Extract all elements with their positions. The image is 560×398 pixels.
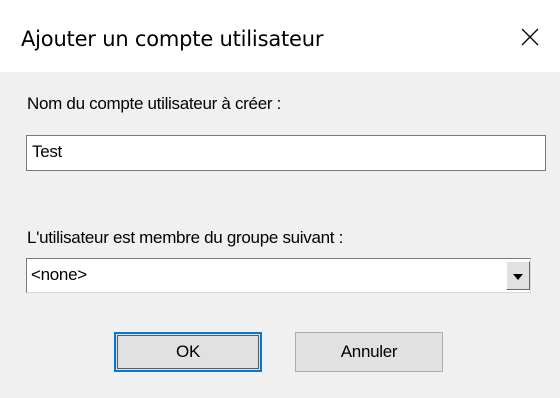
ok-button[interactable]: OK: [114, 332, 262, 372]
cancel-button[interactable]: Annuler: [295, 332, 443, 372]
group-label: L'utilisateur est membre du groupe suiva…: [27, 228, 344, 247]
group-select[interactable]: <none>: [26, 258, 531, 293]
close-button[interactable]: [508, 18, 552, 60]
close-icon: [520, 27, 540, 52]
dialog-client-area: Nom du compte utilisateur à créer : Test…: [0, 72, 560, 398]
account-name-input[interactable]: Test: [26, 135, 546, 171]
ok-button-label: OK: [176, 342, 200, 361]
ok-button-focus-frame: OK: [117, 335, 259, 369]
account-name-label: Nom du compte utilisateur à créer :: [27, 94, 282, 113]
cancel-button-label: Annuler: [340, 342, 398, 361]
title-bar: Ajouter un compte utilisateur: [0, 0, 560, 72]
chevron-down-icon: [513, 267, 523, 285]
dialog-title: Ajouter un compte utilisateur: [21, 27, 324, 51]
add-user-account-dialog: Ajouter un compte utilisateur Nom du com…: [0, 0, 560, 398]
group-select-dropdown-button[interactable]: [506, 261, 530, 290]
